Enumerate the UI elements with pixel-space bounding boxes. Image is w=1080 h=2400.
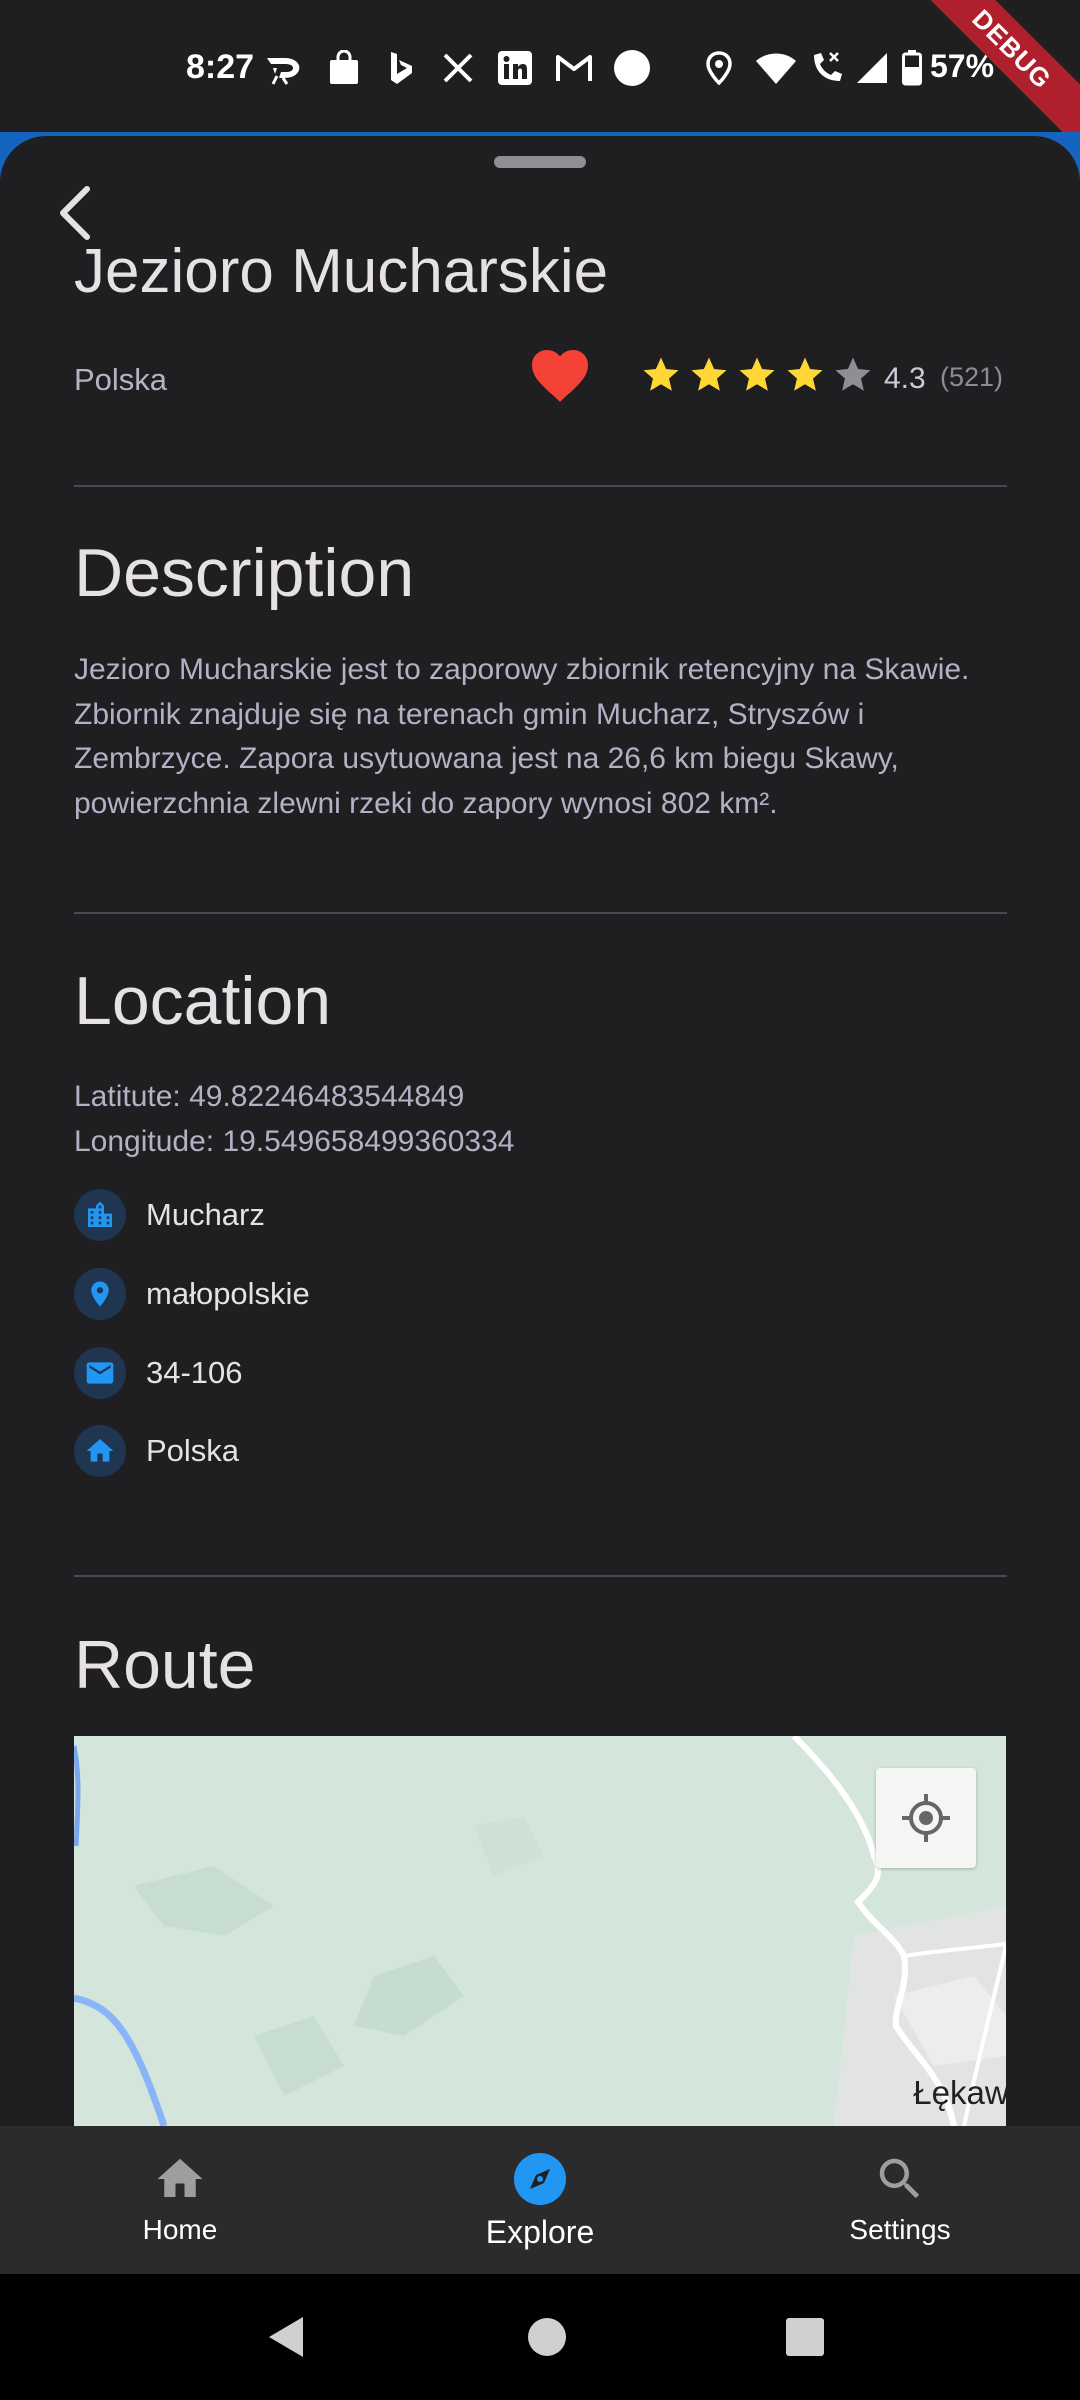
compass-icon <box>513 2152 567 2206</box>
rating-count: (521) <box>940 362 1004 392</box>
divider <box>74 485 1007 487</box>
address-postal-row: 34-106 <box>74 1346 243 1400</box>
status-bar: 8:27 57% <box>0 0 1080 136</box>
mail-icon <box>74 1347 126 1399</box>
wifi-icon <box>754 48 798 88</box>
square-recents-icon <box>786 2318 824 2356</box>
triangle-back-icon <box>269 2317 303 2357</box>
home-icon <box>153 2152 207 2206</box>
gmail-icon <box>554 48 594 88</box>
place-title: Jezioro Mucharskie <box>74 237 609 306</box>
address-postal-code: 34-106 <box>146 1355 243 1390</box>
divider <box>74 912 1007 914</box>
star-empty-icon <box>835 357 871 391</box>
nav-settings[interactable]: Settings <box>780 2126 1020 2274</box>
my-location-button[interactable] <box>876 1768 976 1868</box>
drag-handle[interactable] <box>494 156 586 168</box>
system-home-button[interactable] <box>524 2314 570 2360</box>
description-text: Jezioro Mucharskie jest to zaporowy zbio… <box>74 653 970 820</box>
address-city-row: Mucharz <box>74 1188 265 1242</box>
chevron-left-icon <box>60 186 90 240</box>
map-place-label: Łękawi <box>913 2074 1006 2111</box>
star-filled-icon <box>643 357 679 391</box>
location-pin-icon <box>74 1268 126 1320</box>
route-map[interactable]: Łękawi <box>74 1736 1006 2126</box>
status-time: 8:27 <box>186 48 255 86</box>
longitude-text: Longitude: 19.549658499360334 <box>74 1125 515 1158</box>
home-icon <box>74 1425 126 1477</box>
system-back-button[interactable] <box>262 2314 308 2360</box>
city-icon <box>74 1189 126 1241</box>
system-recents-button[interactable] <box>782 2314 828 2360</box>
signal-icon <box>854 48 890 88</box>
star-filled-icon <box>739 357 775 391</box>
map-tiles <box>74 1736 1006 2126</box>
heart-icon[interactable] <box>530 348 590 404</box>
circle-icon <box>612 48 652 88</box>
battery-icon <box>900 48 924 88</box>
star-filled-icon <box>691 357 727 391</box>
circle-home-icon <box>528 2318 566 2356</box>
star-filled-icon <box>787 357 823 391</box>
nav-explore-label: Explore <box>485 2214 595 2250</box>
address-region: małopolskie <box>146 1276 310 1311</box>
shopping-bag-icon <box>326 48 362 88</box>
bing-icon <box>384 48 418 88</box>
nav-home[interactable]: Home <box>60 2126 300 2274</box>
location-heading: Location <box>74 963 332 1039</box>
address-region-row: małopolskie <box>74 1267 310 1321</box>
latitude-text: Latitute: 49.82246483544849 <box>74 1080 465 1113</box>
doordash-icon <box>262 48 306 88</box>
description-heading: Description <box>74 535 415 611</box>
system-navigation-bar <box>0 2274 1080 2400</box>
place-country: Polska <box>74 362 168 397</box>
bottom-navigation: Home Explore Settings <box>0 2126 1080 2274</box>
linkedin-icon <box>496 48 534 88</box>
route-heading: Route <box>74 1627 256 1703</box>
call-icon <box>808 48 848 88</box>
nav-home-label: Home <box>142 2214 218 2245</box>
place-detail-sheet[interactable]: Jezioro Mucharskie Polska 4.3 (521) Desc… <box>0 136 1080 2126</box>
divider <box>74 1575 1007 1577</box>
location-icon <box>704 48 734 88</box>
nav-settings-label: Settings <box>849 2214 951 2245</box>
nav-explore[interactable]: Explore <box>420 2126 660 2274</box>
address-country-row: Polska <box>74 1424 239 1478</box>
x-icon <box>440 48 476 88</box>
rating-value: 4.3 <box>884 362 926 395</box>
address-city: Mucharz <box>146 1197 265 1232</box>
rating-stars <box>640 354 874 396</box>
crosshair-icon <box>902 1794 950 1842</box>
address-country: Polska <box>146 1433 240 1468</box>
search-icon <box>873 2152 927 2206</box>
